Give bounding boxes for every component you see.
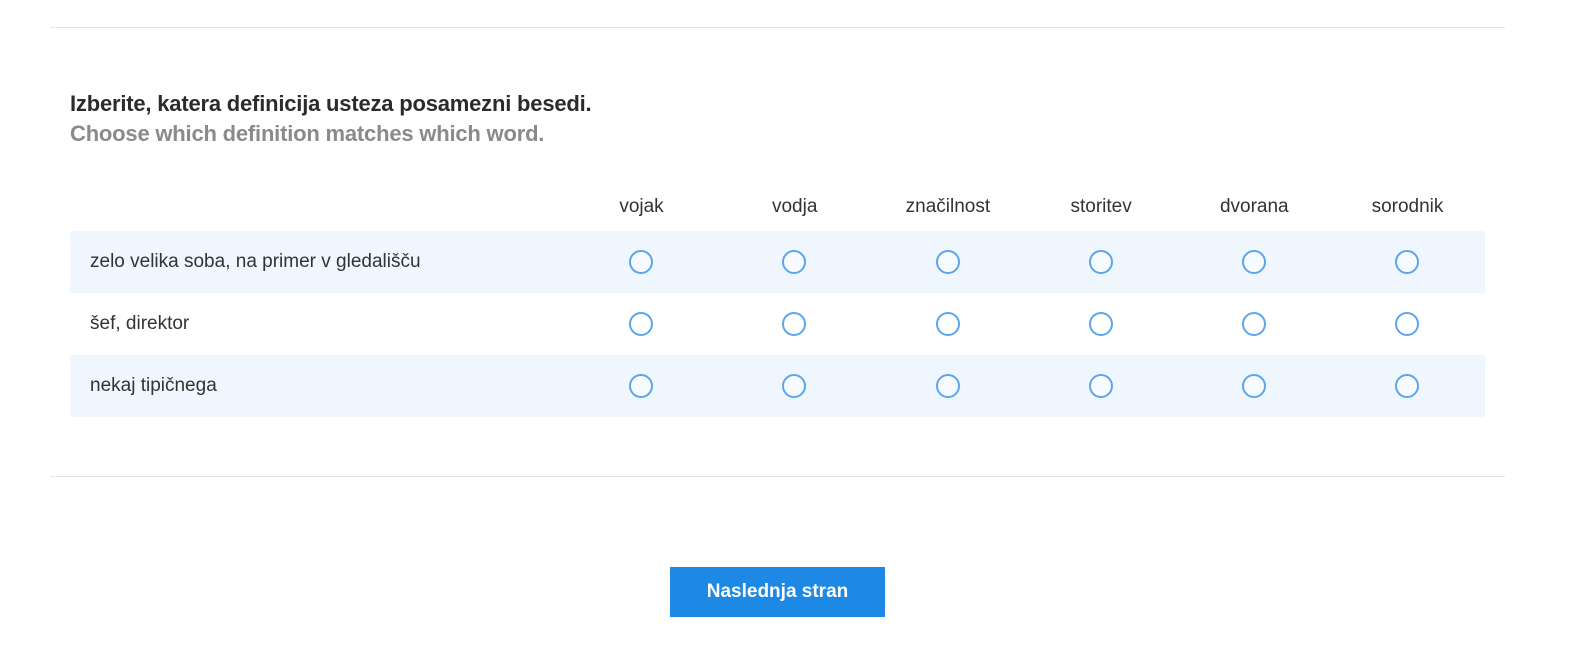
matrix-row: zelo velika soba, na primer v gledališču bbox=[70, 231, 1485, 293]
radio-row-0-col-0[interactable] bbox=[629, 250, 654, 274]
radio-row-0-col-4[interactable] bbox=[1241, 250, 1266, 274]
radio-row-1-col-2[interactable] bbox=[935, 312, 960, 336]
radio-row-2-col-2[interactable] bbox=[935, 374, 960, 398]
matrix-row: šef, direktor bbox=[70, 293, 1485, 355]
row-label: šef, direktor bbox=[90, 313, 190, 334]
radio-row-2-col-0[interactable] bbox=[629, 374, 654, 398]
column-label-5: sorodnik bbox=[1371, 196, 1444, 217]
column-label-1: vodja bbox=[771, 196, 818, 217]
radio-row-0-col-3[interactable] bbox=[1088, 250, 1113, 274]
question-title: Izberite, katera definicija usteza posam… bbox=[70, 91, 592, 116]
column-label-4: dvorana bbox=[1219, 196, 1289, 217]
radio-row-2-col-3[interactable] bbox=[1088, 374, 1113, 398]
row-label: nekaj tipičnega bbox=[90, 375, 217, 396]
radio-row-1-col-5[interactable] bbox=[1395, 312, 1420, 336]
radio-row-2-col-5[interactable] bbox=[1395, 374, 1420, 398]
radio-row-2-col-1[interactable] bbox=[782, 374, 807, 398]
question-block: Izberite, katera definicija usteza posam… bbox=[70, 90, 592, 150]
radio-row-1-col-1[interactable] bbox=[782, 312, 807, 336]
question-subtitle: Choose which definition matches which wo… bbox=[70, 121, 545, 146]
column-label-2: značilnost bbox=[905, 196, 991, 217]
matrix-header: vojak vodja značilnost storitev dvorana sorod… bbox=[70, 185, 1485, 231]
row-label: zelo velika soba, na primer v gledališču bbox=[90, 251, 421, 272]
matrix-question: vojak vodja značilnost storitev dvorana sorod… bbox=[70, 185, 1485, 417]
radio-row-1-col-0[interactable] bbox=[629, 312, 654, 336]
top-divider bbox=[50, 27, 1505, 28]
radio-row-0-col-2[interactable] bbox=[935, 250, 960, 274]
radio-row-1-col-3[interactable] bbox=[1088, 312, 1113, 336]
next-page-button[interactable]: Naslednja stran bbox=[670, 567, 885, 617]
radio-row-0-col-5[interactable] bbox=[1395, 250, 1420, 274]
radio-row-0-col-1[interactable] bbox=[782, 250, 807, 274]
column-label-0: vojak bbox=[619, 196, 664, 217]
bottom-divider bbox=[50, 476, 1505, 477]
matrix-body: zelo velika soba, na primer v gledališču… bbox=[70, 231, 1485, 417]
radio-row-1-col-4[interactable] bbox=[1241, 312, 1266, 336]
column-label-3: storitev bbox=[1070, 196, 1132, 217]
matrix-row: nekaj tipičnega bbox=[70, 355, 1485, 417]
radio-row-2-col-4[interactable] bbox=[1241, 374, 1266, 398]
